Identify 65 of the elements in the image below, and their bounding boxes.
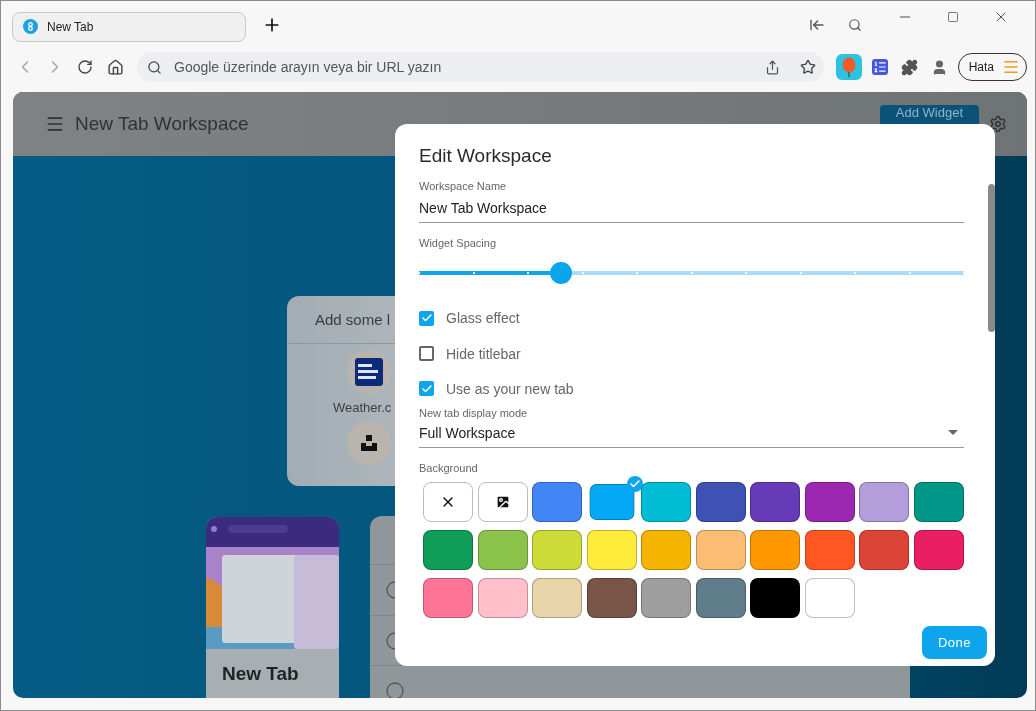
color-swatch[interactable] <box>586 530 637 570</box>
dialog-title: Edit Workspace <box>418 144 553 168</box>
color-swatch[interactable] <box>804 530 855 570</box>
color-swatch[interactable] <box>641 578 691 618</box>
scrollbar-thumb[interactable] <box>988 184 995 332</box>
checkbox[interactable] <box>419 381 434 397</box>
preview-title: New Tab <box>221 662 300 685</box>
dropdown-arrow-icon <box>948 430 958 436</box>
image-icon <box>494 494 511 510</box>
image-background-swatch[interactable] <box>477 482 528 522</box>
color-swatch[interactable] <box>913 530 964 570</box>
color-swatch[interactable] <box>477 578 528 618</box>
address-bar[interactable]: Google üzerinde arayın veya bir URL yazın <box>137 52 824 82</box>
color-swatch[interactable] <box>695 482 746 522</box>
color-swatch[interactable] <box>804 578 855 618</box>
color-swatch[interactable] <box>477 530 528 570</box>
stamp-icon[interactable] <box>347 421 391 465</box>
color-swatch[interactable] <box>532 482 582 522</box>
color-swatch[interactable] <box>589 484 634 520</box>
star-icon[interactable] <box>799 59 816 75</box>
weather-logo-icon[interactable] <box>347 350 391 394</box>
color-swatch[interactable] <box>695 578 746 618</box>
radio-icon[interactable] <box>386 682 404 698</box>
color-swatch[interactable] <box>423 578 473 618</box>
color-swatch[interactable] <box>532 578 582 618</box>
workspace-name-field[interactable]: New Tab Workspace <box>419 192 964 223</box>
profile-button[interactable]: Hata <box>957 53 1027 81</box>
workspace-preview-card[interactable]: New Tab <box>206 517 339 698</box>
color-swatch[interactable] <box>804 482 855 522</box>
color-swatch[interactable] <box>423 530 473 570</box>
menu-icon[interactable] <box>45 114 65 134</box>
color-swatch[interactable] <box>859 482 909 522</box>
search-icon <box>147 59 162 75</box>
color-swatch[interactable] <box>641 482 691 522</box>
spacing-slider[interactable] <box>419 262 964 284</box>
app-icon <box>23 19 38 34</box>
color-swatch[interactable] <box>750 530 800 570</box>
color-swatch[interactable] <box>586 578 637 618</box>
checkbox-option[interactable]: Use as your new tab <box>419 371 987 407</box>
slider-label: Widget Spacing <box>419 237 498 249</box>
display-mode-select[interactable]: Full Workspace <box>419 418 964 448</box>
menu-icon <box>1002 58 1020 76</box>
checkbox[interactable] <box>419 346 434 362</box>
link-label[interactable]: Weather.c <box>333 400 392 415</box>
color-swatch[interactable] <box>750 578 800 618</box>
share-icon[interactable] <box>764 59 780 75</box>
color-swatch[interactable] <box>859 530 909 570</box>
balloon-icon[interactable] <box>835 54 862 80</box>
slider-thumb[interactable] <box>549 262 572 284</box>
color-swatch[interactable] <box>750 482 800 522</box>
color-swatch[interactable] <box>695 530 746 570</box>
profile-label: Hata <box>968 60 994 74</box>
settings-icon[interactable] <box>989 115 1007 133</box>
color-swatch[interactable] <box>913 482 964 522</box>
field-label: Workspace Name <box>419 180 508 192</box>
select-label: New tab display mode <box>419 406 529 419</box>
no-background-swatch[interactable] <box>423 482 473 522</box>
background-label: Background <box>419 462 479 474</box>
workspace-title: New Tab Workspace <box>75 113 250 135</box>
color-swatch[interactable] <box>532 530 582 570</box>
checkbox[interactable] <box>419 310 434 326</box>
address-field[interactable]: Google üzerinde arayın veya bir URL yazın <box>172 58 755 76</box>
check-icon <box>626 476 643 492</box>
color-swatch[interactable] <box>641 530 691 570</box>
browser-tab[interactable]: New Tab <box>12 11 246 42</box>
